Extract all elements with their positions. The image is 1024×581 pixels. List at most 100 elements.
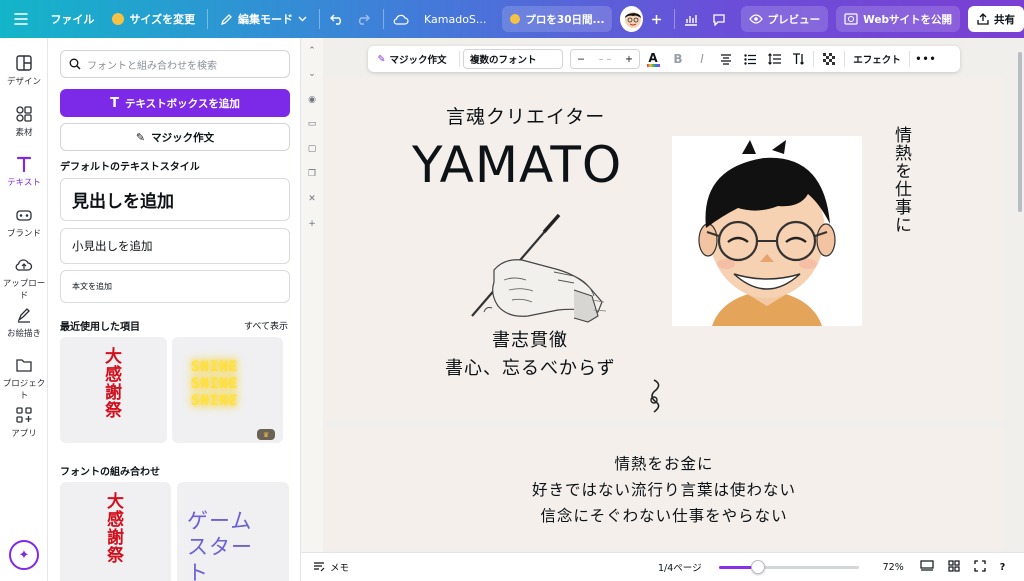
transparency-icon[interactable] [817, 46, 841, 72]
name-text[interactable]: YAMATO [412, 136, 622, 194]
top-bar: ファイル サイズを変更 編集モード KamadoS... プロを30日間... … [0, 0, 1024, 38]
font-size-stepper[interactable]: − – – + [570, 49, 640, 69]
thumb-text: 大感謝祭 [103, 492, 123, 564]
motto-line-2[interactable]: 書心、忘るべからず [445, 354, 616, 380]
subtitle-text[interactable]: 言魂クリエイター [446, 102, 605, 129]
page-view-icon[interactable] [920, 559, 934, 575]
spacing-icon[interactable] [762, 46, 786, 72]
edit-mode-dropdown[interactable]: 編集モード [220, 0, 307, 38]
file-menu-label: ファイル [50, 13, 95, 26]
add-subheading-button[interactable]: 小見出しを追加 [60, 228, 290, 264]
font-family-select[interactable]: 複数のフォント [463, 49, 563, 69]
magic-assistant-button[interactable]: ✦ [9, 540, 39, 570]
trash-icon[interactable]: ✕ [304, 191, 320, 207]
rail-label: デザイン [6, 77, 41, 87]
motto-line-1[interactable]: 書志貫徹 [492, 326, 568, 352]
crown-icon: ♛ [257, 429, 275, 440]
combo-thumb-daikansha[interactable]: 大感謝祭 [60, 482, 171, 581]
rail-apps[interactable]: アプリ [0, 406, 48, 439]
notes-label: メモ [330, 563, 350, 574]
rail-uploads[interactable]: アップロード [0, 256, 48, 301]
canvas-page-2[interactable]: 情熱をお金に 好きではない流行り言葉は使わない 信念にそぐわない仕事をやらない [324, 426, 1004, 549]
page2-line-1[interactable]: 情熱をお金に [324, 452, 1004, 474]
zoom-slider-knob[interactable] [750, 560, 765, 574]
magic-write-button[interactable]: ✎ マジック作文 [60, 123, 290, 151]
align-center-icon[interactable] [714, 46, 738, 72]
chevron-up-icon[interactable]: ⌃ [304, 43, 320, 59]
chevron-down-icon[interactable]: ⌄ [304, 66, 320, 82]
lock-icon[interactable]: ▢ [304, 141, 320, 157]
page2-line-3[interactable]: 信念にそぐわない仕事をやらない [324, 504, 1004, 526]
show-all-link[interactable]: すべて表示 [244, 319, 288, 332]
undo-icon[interactable] [326, 6, 348, 32]
font-search-input[interactable]: フォントと組み合わせを検索 [60, 50, 290, 78]
recent-thumb-shine[interactable]: SHINE SHINE SHINE ♛ [172, 337, 283, 443]
doc-title[interactable]: KamadoS... [424, 0, 486, 38]
share-button[interactable]: 共有 [968, 6, 1024, 32]
notes-button[interactable]: メモ [313, 560, 349, 574]
edit-mode-label: 編集モード [237, 13, 293, 26]
resize-button[interactable]: サイズを変更 [112, 0, 195, 38]
effects-button[interactable]: エフェクト [848, 46, 906, 72]
list-icon[interactable] [738, 46, 762, 72]
magic-write-tool[interactable]: ✎ マジック作文 [368, 46, 456, 72]
recent-thumb-daikansha[interactable]: 大感謝祭 [60, 337, 167, 443]
publish-website-button[interactable]: Webサイトを公開 [836, 6, 960, 32]
add-heading-button[interactable]: 見出しを追加 [60, 178, 290, 221]
redo-icon[interactable] [352, 6, 374, 32]
combo-thumb-game-start[interactable]: ゲームスタート [177, 482, 289, 581]
analytics-icon[interactable] [680, 6, 702, 32]
pro-trial-button[interactable]: プロを30日間... [502, 6, 613, 32]
font-size-decrease[interactable]: − [577, 54, 585, 65]
divider [318, 9, 320, 29]
squiggle-decoration[interactable] [646, 378, 666, 416]
add-textbox-button[interactable]: T テキストボックスを追加 [60, 89, 290, 117]
avatar[interactable] [620, 6, 644, 32]
vertical-passion-text[interactable]: 情熱を仕事に [889, 126, 914, 234]
cloud-saved-icon[interactable] [390, 6, 412, 32]
eye-icon[interactable]: ◉ [304, 92, 320, 108]
grid-view-icon[interactable] [948, 559, 960, 575]
crown-icon [112, 13, 125, 25]
rail-design[interactable]: デザイン [0, 54, 48, 87]
pen-icon [17, 308, 30, 323]
recent-title: 最近使用した項目 [60, 322, 140, 333]
menu-icon[interactable] [10, 6, 32, 32]
divider [909, 51, 910, 67]
fullscreen-icon[interactable] [974, 559, 986, 575]
bold-icon[interactable]: B [666, 46, 690, 72]
rail-elements[interactable]: 素材 [0, 105, 48, 138]
font-size-value[interactable]: – – [599, 54, 612, 65]
rail-projects[interactable]: プロジェクト [0, 356, 48, 401]
subheading-label: 小見出しを追加 [72, 239, 153, 253]
portrait-image[interactable] [672, 136, 862, 326]
hand-pen-illustration[interactable] [454, 210, 609, 330]
font-size-increase[interactable]: + [625, 54, 633, 65]
divider [813, 51, 814, 67]
text-color-button[interactable]: A [640, 46, 666, 72]
preview-button[interactable]: プレビュー [740, 6, 829, 32]
canvas-page-1[interactable]: 言魂クリエイター YAMATO 書志貫徹 書心、忘るべからず 情熱を仕事に [324, 78, 1004, 420]
rail-draw[interactable]: お絵描き [0, 306, 48, 339]
more-options-icon[interactable]: ••• [913, 46, 939, 72]
page-indicator[interactable]: 1/4ページ [658, 560, 702, 574]
add-page-icon[interactable]: + [304, 216, 320, 232]
rail-brand[interactable]: ブランド [0, 206, 48, 239]
add-collaborator-icon[interactable] [645, 6, 667, 32]
rail-text[interactable]: テキスト [0, 155, 48, 188]
add-body-button[interactable]: 本文を追加 [60, 270, 290, 303]
vertical-text-icon[interactable] [786, 46, 810, 72]
page2-line-2[interactable]: 好きではない流行り言葉は使わない [324, 478, 1004, 500]
help-icon[interactable]: ? [1000, 562, 1006, 573]
effects-label: エフェクト [853, 55, 901, 66]
italic-icon[interactable]: I [690, 46, 714, 72]
vertical-scrollbar[interactable] [1018, 52, 1022, 212]
zoom-slider[interactable] [718, 560, 859, 574]
rail-label: テキスト [7, 178, 41, 188]
duplicate-icon[interactable]: ❐ [304, 166, 320, 182]
comment-icon[interactable]: ▭ [304, 116, 320, 132]
comment-icon[interactable] [708, 6, 730, 32]
file-menu[interactable]: ファイル [50, 0, 94, 38]
doc-title-label: KamadoS... [424, 12, 487, 26]
zoom-level[interactable]: 72% [883, 562, 904, 573]
